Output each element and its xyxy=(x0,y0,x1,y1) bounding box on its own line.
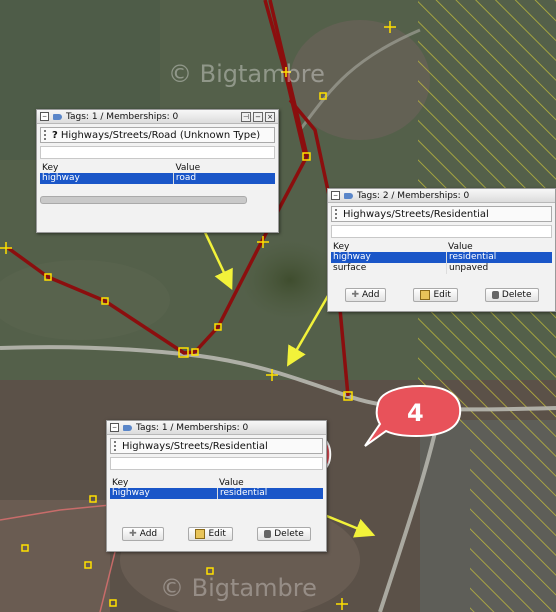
close-icon[interactable]: × xyxy=(265,111,275,122)
preset-label[interactable]: Highways/Streets/Residential xyxy=(331,206,552,222)
table-row[interactable]: surface unpaved xyxy=(331,263,552,274)
tag-key[interactable]: highway xyxy=(110,488,217,499)
tag-icon xyxy=(344,192,353,199)
grip-icon xyxy=(114,441,119,451)
col-key[interactable]: Key xyxy=(331,242,446,252)
add-button[interactable]: ✚ Add xyxy=(122,527,165,541)
tag-key[interactable]: surface xyxy=(331,263,446,274)
col-key[interactable]: Key xyxy=(110,478,217,488)
col-value[interactable]: Value xyxy=(217,478,319,488)
collapse-icon[interactable]: − xyxy=(331,191,340,200)
tags-dialog-residential-bottom: − Tags: 1 / Memberships: 0 Highways/Stre… xyxy=(106,420,327,552)
svg-text:4: 4 xyxy=(407,399,424,427)
add-button[interactable]: ✚ Add xyxy=(344,288,387,302)
grip-icon xyxy=(44,130,49,140)
watermark-bottom: © Bigtambre xyxy=(160,574,317,602)
col-key[interactable]: Key xyxy=(40,163,173,173)
pin-icon[interactable]: ⊣ xyxy=(241,111,251,122)
tag-value[interactable]: road xyxy=(172,173,275,184)
table-row[interactable]: highway residential xyxy=(110,488,323,499)
trash-icon xyxy=(491,291,499,299)
tags-dialog-road: − Tags: 1 / Memberships: 0 ⊣ − × ? Highw… xyxy=(36,109,279,233)
preset-label[interactable]: ? Highways/Streets/Road (Unknown Type) xyxy=(40,127,275,143)
tag-icon xyxy=(53,113,62,120)
edit-button[interactable]: Edit xyxy=(188,527,233,541)
edit-icon xyxy=(195,529,206,539)
unknown-preset-icon: ? xyxy=(52,129,58,141)
delete-button[interactable]: Delete xyxy=(484,288,539,302)
plus-icon: ✚ xyxy=(129,529,137,539)
tag-key[interactable]: highway xyxy=(331,252,446,263)
table-header: Key Value xyxy=(331,242,552,252)
minimize-icon[interactable]: − xyxy=(253,111,263,122)
table-row[interactable]: highway residential xyxy=(331,252,552,263)
tag-icon xyxy=(123,424,132,431)
tag-value[interactable]: unpaved xyxy=(446,263,549,274)
table-header: Key Value xyxy=(110,478,323,488)
dialog-titlebar[interactable]: − Tags: 1 / Memberships: 0 xyxy=(107,421,326,435)
edit-button[interactable]: Edit xyxy=(413,288,458,302)
col-value[interactable]: Value xyxy=(173,163,275,173)
horizontal-scrollbar[interactable] xyxy=(40,196,247,204)
table-header: Key Value xyxy=(40,163,275,173)
col-value[interactable]: Value xyxy=(446,242,548,252)
tag-value[interactable]: residential xyxy=(446,252,549,263)
plus-icon: ✚ xyxy=(351,290,360,300)
dialog-title: Tags: 1 / Memberships: 0 xyxy=(136,422,249,433)
dialog-title: Tags: 2 / Memberships: 0 xyxy=(357,190,470,201)
table-row[interactable]: highway road xyxy=(40,173,275,184)
edit-icon xyxy=(420,290,431,300)
collapse-icon[interactable]: − xyxy=(40,112,49,121)
watermark: © Bigtambre xyxy=(168,60,325,88)
grip-icon xyxy=(335,209,340,219)
preset-label[interactable]: Highways/Streets/Residential xyxy=(110,438,323,454)
button-bar: ✚ Add Edit Delete xyxy=(328,284,555,306)
tag-key[interactable]: highway xyxy=(40,173,173,184)
trash-icon xyxy=(264,530,272,538)
delete-button[interactable]: Delete xyxy=(257,527,311,541)
dialog-title: Tags: 1 / Memberships: 0 xyxy=(66,111,179,122)
button-bar: ✚ Add Edit Delete xyxy=(107,523,326,545)
preset-spacer xyxy=(110,457,323,470)
tags-dialog-residential-top: − Tags: 2 / Memberships: 0 Highways/Stre… xyxy=(327,188,556,312)
dialog-titlebar[interactable]: − Tags: 1 / Memberships: 0 ⊣ − × xyxy=(37,110,278,124)
preset-spacer xyxy=(40,146,275,159)
dialog-titlebar[interactable]: − Tags: 2 / Memberships: 0 xyxy=(328,189,555,203)
collapse-icon[interactable]: − xyxy=(110,423,119,432)
preset-spacer xyxy=(331,225,552,238)
tag-value[interactable]: residential xyxy=(217,488,320,499)
